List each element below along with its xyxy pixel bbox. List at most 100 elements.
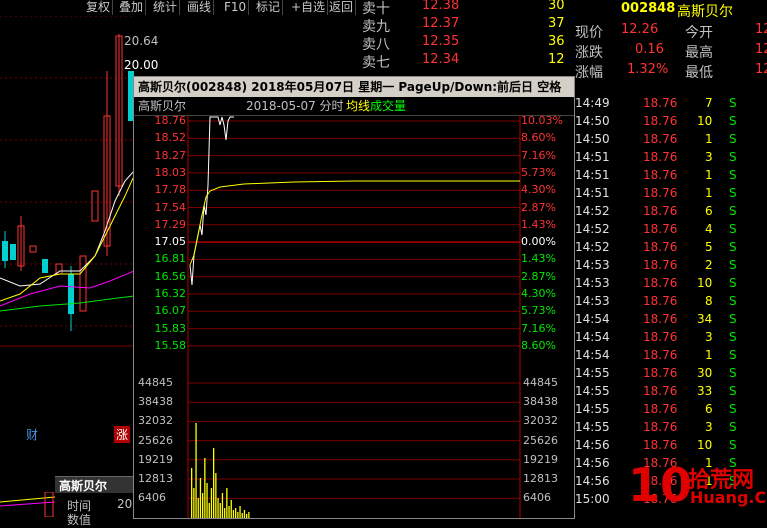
price-axis-label: 16.56 [154,269,187,283]
pct-axis-label: 5.73% [521,304,556,318]
fuquan-button[interactable]: 复权 [84,0,114,15]
mark-button[interactable]: 标记 [254,0,284,15]
volume-bar [210,488,213,518]
price-axis-label: 16.81 [154,252,187,266]
popup-date: 2018-05-07 分时 [246,99,344,113]
volume-axis-label: 19219 [138,452,173,466]
trade-row: 14:53 18.76 10 S [573,276,767,294]
top-toolbar: 复权 叠加 统计 画线 F10 标记 +自选 返回 [0,0,360,16]
trade-price: 18.76 [643,258,678,272]
trade-price: 18.76 [643,312,678,326]
trade-volume: 10 [697,438,713,452]
trade-flag: S [729,114,737,128]
trade-row: 14:55 18.76 3 S [573,420,767,438]
pct-axis-label: 8.60% [521,338,556,352]
volume-axis-label: 25626 [523,433,558,447]
volume-bar [219,503,221,518]
trade-row: 14:55 18.76 30 S [573,366,767,384]
volume-bar [215,473,217,518]
trade-row: 14:52 18.76 4 S [573,222,767,240]
volume-chart[interactable]: 44845 44845 38438 38438 32032 32032 25626 25626… [134,375,574,518]
quote-code: 002848 [621,1,676,16]
pct-axis-label: 1.43% [521,252,556,266]
volume-bar [193,488,195,518]
orderbook-price: 12.35 [422,34,460,49]
trade-flag: S [729,402,737,416]
quote-label: 最低 [685,65,713,81]
overlay-button[interactable]: 叠加 [117,0,147,15]
volume-bar [226,488,228,518]
trade-time: 14:53 [575,258,610,272]
price-axis-label: 18.27 [154,148,187,162]
trade-flag: S [729,312,737,326]
trade-volume: 3 [705,420,713,434]
trade-list[interactable]: 14:49 18.76 7 S 14:50 18.76 10 S 14:50 18.76 1 S 14:… [573,96,767,517]
trade-row: 14:55 18.76 33 S [573,384,767,402]
quote-label: 今开 [685,25,713,41]
quote-value: 12.26 [621,22,659,37]
trade-price: 18.76 [643,240,678,254]
add-watchlist-button[interactable]: +自选 [289,0,329,15]
trade-row: 14:52 18.76 5 S [573,240,767,258]
stats-button[interactable]: 统计 [151,0,181,15]
intraday-popup[interactable]: 高斯贝尔(002848) 2018年05月07日 星期一 PageUp/Down… [133,76,575,519]
volume-bar [241,513,243,518]
quote-value: 0.16 [635,42,664,57]
volume-bar [195,423,197,518]
quote-value: 1.32% [627,62,669,77]
trade-volume: 6 [705,402,713,416]
back-button[interactable]: 返回 [327,0,357,15]
trade-time: 14:52 [575,240,610,254]
trade-price: 18.76 [643,222,678,236]
volume-axis-label: 44845 [523,376,558,389]
trade-price: 18.76 [643,132,678,146]
trade-row: 14:55 18.76 6 S [573,402,767,420]
quote-label: 涨跌 [575,45,603,61]
trade-time: 14:54 [575,312,610,326]
trade-row: 14:54 18.76 1 S [573,348,767,366]
popup-title-bar[interactable]: 高斯贝尔(002848) 2018年05月07日 星期一 PageUp/Down… [134,77,574,114]
trade-time: 14:51 [575,186,610,200]
watermark-number: 10 [628,458,693,512]
pct-axis-label: 4.30% [521,287,556,300]
volume-bar [204,458,206,518]
pct-axis-label: 0.00% [521,235,556,249]
pct-axis-label: 8.60% [521,131,556,145]
price-chart[interactable]: 18.76 10.03% 18.52 8.60% 18.27 7.16% 18.03 5.73… [134,114,574,375]
trade-time: 14:51 [575,150,610,164]
trade-price: 18.76 [643,186,678,200]
trade-time: 14:56 [575,474,610,488]
trade-row: 14:53 18.76 8 S [573,294,767,312]
draw-line-button[interactable]: 画线 [185,0,215,15]
volume-axis-label: 12813 [523,472,558,485]
trade-time: 14:50 [575,114,610,128]
trade-flag: S [729,168,737,182]
trade-row: 14:53 18.76 2 S [573,258,767,276]
orderbook-vol: 36 [548,34,565,49]
trade-time: 14:55 [575,420,610,434]
trade-price: 18.76 [643,420,678,434]
volume-bar [228,506,230,518]
quote-row: 现价 12.26 今开 12 [573,22,767,41]
orderbook-row: 卖八 12.35 36 [360,34,573,53]
orderbook-vol: 37 [548,16,565,31]
price-axis-label: 17.29 [154,217,187,231]
kline-chart[interactable]: 20.64 20.00 财 涨 [0,15,158,476]
trade-flag: S [729,222,737,236]
watermark-logo: 10 拾荒网 Huang.CN [628,458,767,517]
quote-value: 12 [755,42,767,57]
pct-axis-label: 7.16% [521,321,556,335]
popup-vol-label: 成交量 [370,99,407,113]
volume-axis-label: 6406 [138,491,166,505]
trade-flag: S [729,348,737,362]
orderbook-vol: 12 [548,52,565,67]
quote-value: 12 [755,22,767,37]
volume-axis-label: 6406 [523,491,551,505]
trade-price: 18.76 [643,330,678,344]
popup-avg-label: 均线 [346,99,371,113]
f10-button[interactable]: F10 [222,0,250,15]
volume-axis-label: 32032 [138,414,173,428]
quote-label: 最高 [685,45,713,61]
price-axis-label: 15.83 [154,321,187,335]
trade-row: 14:50 18.76 1 S [573,132,767,150]
